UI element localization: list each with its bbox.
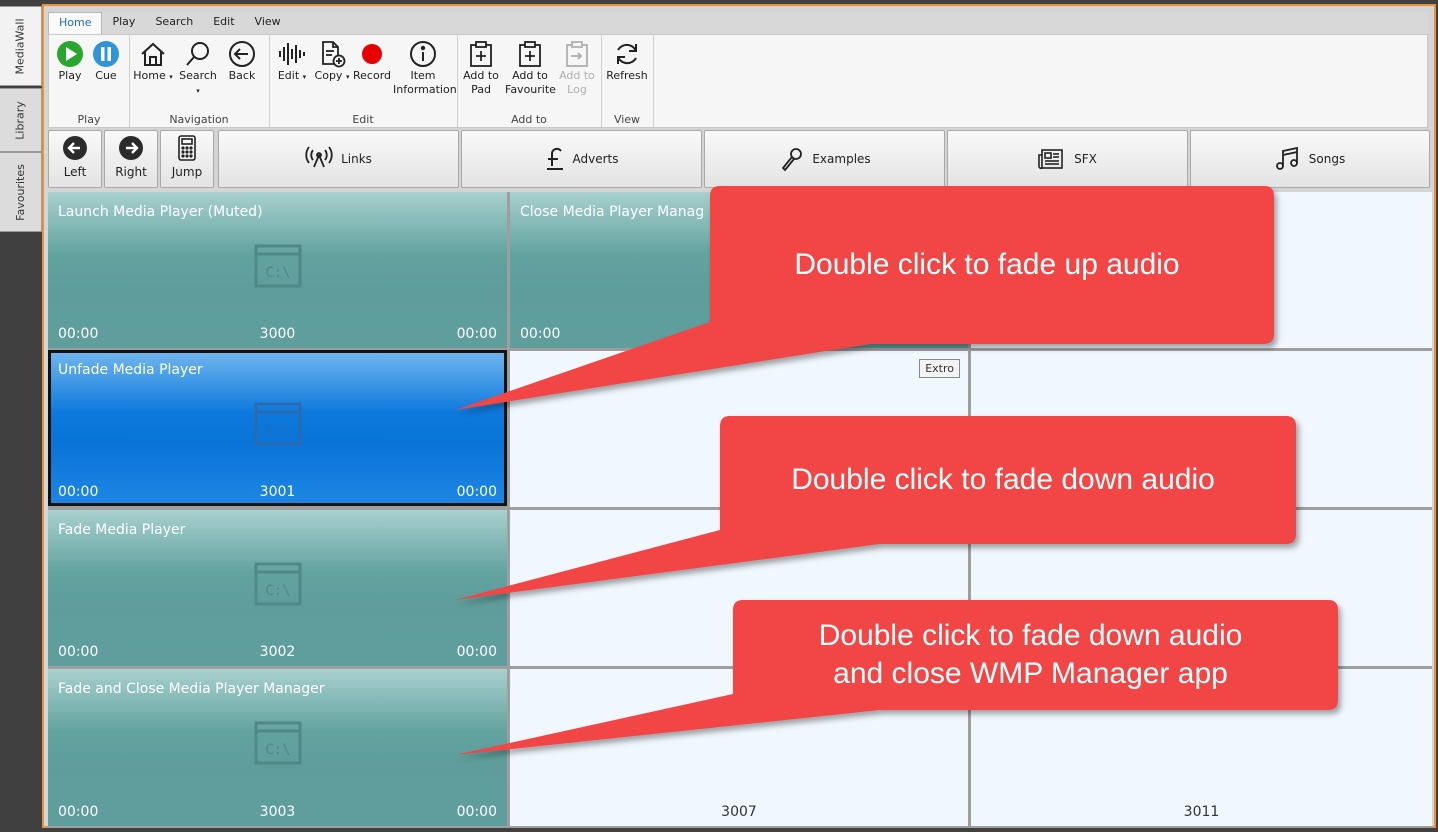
group-play: Play Cue Play xyxy=(49,35,130,127)
side-tab-mediawall[interactable]: MediaWall xyxy=(0,6,42,86)
copy-document-icon xyxy=(322,41,346,68)
microphone-icon xyxy=(782,148,803,172)
music-note-icon xyxy=(1275,146,1298,170)
pause-icon xyxy=(93,41,119,67)
command-prompt-icon: C:\ xyxy=(254,402,301,446)
callout-fade-down-text: Double click to fade down audio xyxy=(791,463,1215,496)
right-arrow-icon xyxy=(119,136,143,160)
command-prompt-icon: C:\ xyxy=(254,721,301,765)
side-tab-favourites[interactable]: Favourites xyxy=(0,152,42,232)
add-to-pad-button[interactable]: Add to Pad xyxy=(461,39,501,97)
play-button[interactable]: Play xyxy=(53,39,87,83)
back-arrow-icon xyxy=(229,41,255,67)
tab-view[interactable]: View xyxy=(245,12,291,34)
edit-button[interactable]: Edit ▾ xyxy=(273,39,311,84)
category-sfx-button[interactable]: SFX xyxy=(947,130,1188,188)
broadcast-tower-icon xyxy=(305,146,333,168)
play-icon xyxy=(57,41,83,67)
newspaper-icon xyxy=(1038,149,1063,170)
command-prompt-icon: C:\ xyxy=(254,562,301,606)
jump-button[interactable]: Jump xyxy=(160,130,214,188)
side-tab-library[interactable]: Library xyxy=(0,88,42,152)
app-window: MediaWall Library Favourites Home Play S… xyxy=(0,0,1438,832)
search-icon xyxy=(186,42,209,66)
media-wall-grid: Launch Media Player (Muted) C:\ 00:00 30… xyxy=(48,192,1432,828)
search-button[interactable]: Search ▾ xyxy=(177,39,219,98)
calculator-icon xyxy=(178,135,196,161)
category-links-button[interactable]: Links xyxy=(218,130,459,188)
command-prompt-icon: C:\ xyxy=(254,244,301,288)
record-button[interactable]: Record xyxy=(353,39,391,83)
home-icon xyxy=(141,42,165,66)
add-to-log-button[interactable]: Add to Log xyxy=(557,39,597,97)
info-icon xyxy=(410,41,436,67)
chevron-down-icon: ▾ xyxy=(196,87,200,95)
back-button[interactable]: Back xyxy=(225,39,259,83)
ribbon: Play Cue Play Home ▾ Search ▾ Back Navig… xyxy=(48,34,1428,128)
pad-3001-selected[interactable]: Unfade Media Player C:\ 00:00 3001 00:00 xyxy=(48,350,507,506)
add-to-favourite-button[interactable]: Add to Favourite xyxy=(505,39,556,97)
pad-3003[interactable]: Fade and Close Media Player Manager C:\ … xyxy=(48,669,507,826)
category-toolbar: Left Right Jump Links Adverts Examples S… xyxy=(48,130,1430,190)
cue-button[interactable]: Cue xyxy=(89,39,123,83)
tab-play[interactable]: Play xyxy=(102,12,145,34)
waveform-icon xyxy=(279,43,305,65)
callout-fade-down-close-text: Double click to fade down audio and clos… xyxy=(818,619,1243,690)
item-information-button[interactable]: Item Information xyxy=(393,39,457,97)
pad-3000[interactable]: Launch Media Player (Muted) C:\ 00:00 30… xyxy=(48,192,507,348)
clipboard-add-icon xyxy=(470,41,492,67)
tab-home[interactable]: Home xyxy=(48,12,103,34)
chevron-down-icon: ▾ xyxy=(302,73,307,81)
ribbon-tab-bar: Home Play Search Edit View xyxy=(48,12,1428,34)
callout-fade-up-text: Double click to fade up audio xyxy=(794,248,1180,281)
tab-edit[interactable]: Edit xyxy=(203,12,244,34)
group-view: Refresh View xyxy=(601,35,654,127)
group-edit: Edit ▾ Copy ▾ Record Item Information Ed… xyxy=(269,35,458,127)
svg-text:C:\: C:\ xyxy=(265,423,290,439)
extro-badge: Extro xyxy=(919,359,960,378)
refresh-button[interactable]: Refresh xyxy=(605,39,649,83)
group-add-to: Add to Pad Add to Favourite Add to Log A… xyxy=(457,35,602,127)
right-button[interactable]: Right xyxy=(104,130,158,188)
main-panel: Home Play Search Edit View Play Cue Play xyxy=(42,4,1436,828)
category-examples-button[interactable]: Examples xyxy=(704,130,945,188)
group-navigation: Home ▾ Search ▾ Back Navigation xyxy=(129,35,270,127)
svg-text:C:\: C:\ xyxy=(265,583,290,599)
category-adverts-button[interactable]: Adverts xyxy=(461,130,702,188)
pound-sign-icon xyxy=(546,147,563,170)
pad-3002[interactable]: Fade Media Player C:\ 00:00 3002 00:00 xyxy=(48,510,507,666)
copy-button[interactable]: Copy ▾ xyxy=(313,39,351,84)
svg-text:C:\: C:\ xyxy=(265,265,290,281)
home-button[interactable]: Home ▾ xyxy=(133,39,173,84)
left-arrow-icon xyxy=(63,136,87,160)
left-button[interactable]: Left xyxy=(48,130,102,188)
chevron-down-icon: ▾ xyxy=(169,73,173,81)
clipboard-log-icon xyxy=(566,41,588,67)
refresh-icon xyxy=(617,43,637,65)
clipboard-add-icon xyxy=(519,41,541,67)
record-icon xyxy=(362,44,382,64)
category-songs-button[interactable]: Songs xyxy=(1190,130,1430,188)
tab-search[interactable]: Search xyxy=(145,12,203,34)
svg-text:C:\: C:\ xyxy=(265,742,290,758)
chevron-down-icon: ▾ xyxy=(345,73,350,81)
